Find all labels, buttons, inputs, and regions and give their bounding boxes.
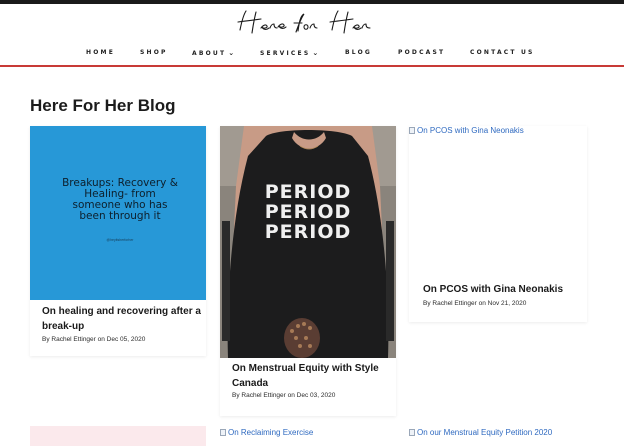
- nav-label: PODCAST: [398, 49, 446, 56]
- main-nav: HOME SHOP ABOUT ⌄ SERVICES ⌄ BLOG PODCAST …: [0, 49, 624, 63]
- nav-label: HOME: [86, 49, 115, 56]
- post-thumbnail[interactable]: On PCOS with Gina Neonakis: [409, 126, 587, 276]
- nav-item-services[interactable]: SERVICES ⌄: [260, 49, 318, 57]
- post-meta: By Rachel Ettinger on Dec 05, 2020: [42, 336, 146, 343]
- post-meta: By Rachel Ettinger on Dec 03, 2020: [232, 392, 336, 399]
- post-title-link[interactable]: On Menstrual Equity with Style Canada: [232, 361, 392, 391]
- logo-script-icon: [237, 10, 371, 34]
- broken-image-icon: [409, 127, 415, 134]
- broken-image-icon: [220, 429, 226, 436]
- nav-label: SERVICES: [260, 50, 311, 57]
- header-divider: [0, 65, 624, 67]
- blog-card-reclaiming-exercise[interactable]: On Reclaiming Exercise: [220, 428, 313, 437]
- page-title: Here For Her Blog: [30, 96, 176, 115]
- thumbnail-caption: Breakups: Recovery & Healing- from someo…: [62, 177, 178, 222]
- blog-card-petition[interactable]: On our Menstrual Equity Petition 2020: [409, 428, 552, 437]
- broken-image: On PCOS with Gina Neonakis: [409, 126, 524, 135]
- blog-card-menstrual-equity[interactable]: PERIOD PERIOD PERIOD On Menstrual Equity…: [220, 126, 396, 416]
- blog-card-pcos[interactable]: On PCOS with Gina Neonakis On PCOS with …: [409, 126, 587, 322]
- shirt-print-text: PERIOD PERIOD PERIOD: [264, 181, 352, 243]
- nav-item-shop[interactable]: SHOP: [140, 49, 168, 56]
- nav-item-podcast[interactable]: PODCAST: [398, 49, 445, 56]
- chevron-down-icon: ⌄: [312, 49, 319, 57]
- nav-item-blog[interactable]: BLOG: [345, 49, 372, 56]
- nav-label: CONTACT US: [470, 49, 535, 56]
- chevron-down-icon: ⌄: [228, 49, 235, 57]
- site-header: HOME SHOP ABOUT ⌄ SERVICES ⌄ BLOG PODCAST …: [0, 4, 624, 66]
- image-alt-text: On Reclaiming Exercise: [228, 428, 314, 437]
- post-meta: By Rachel Ettinger on Nov 21, 2020: [423, 300, 527, 307]
- nav-label: BLOG: [345, 49, 373, 56]
- nav-item-home[interactable]: HOME: [86, 49, 115, 56]
- post-thumbnail[interactable]: Breakups: Recovery & Healing- from someo…: [30, 126, 206, 300]
- post-thumbnail[interactable]: PERIOD PERIOD PERIOD: [220, 126, 396, 358]
- image-alt-text: On PCOS with Gina Neonakis: [417, 126, 524, 135]
- nav-label: ABOUT: [192, 50, 227, 57]
- site-logo[interactable]: [234, 6, 394, 40]
- nav-item-about[interactable]: ABOUT ⌄: [192, 49, 234, 57]
- image-alt-text: On our Menstrual Equity Petition 2020: [417, 428, 553, 437]
- broken-image-icon: [409, 429, 415, 436]
- thumbnail-credit: @heyitsherforher: [106, 238, 134, 242]
- post-title-link[interactable]: On healing and recovering after a break-…: [42, 304, 202, 334]
- nav-item-contact-us[interactable]: CONTACT US: [470, 49, 535, 56]
- post-title-link[interactable]: On PCOS with Gina Neonakis: [423, 282, 583, 297]
- blog-card-healing[interactable]: Breakups: Recovery & Healing- from someo…: [30, 126, 206, 356]
- blog-card-partial[interactable]: [30, 426, 206, 446]
- nav-label: SHOP: [140, 49, 168, 56]
